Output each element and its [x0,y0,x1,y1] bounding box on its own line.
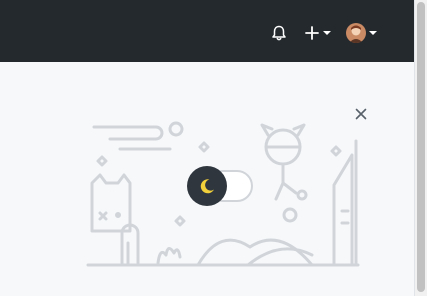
moon-icon [200,179,214,194]
user-menu-button[interactable] [346,20,384,46]
toggle-knob [187,166,227,206]
notifications-button[interactable] [270,20,294,46]
caret-down-icon [323,31,331,35]
avatar [346,23,366,43]
bell-icon [272,25,286,41]
create-new-button[interactable] [304,20,334,46]
vertical-scrollbar[interactable] [414,0,427,296]
plus-icon [305,26,319,40]
page [0,0,414,296]
theme-toggle[interactable] [187,166,255,206]
caret-down-icon [369,31,377,35]
scrollbar-thumb[interactable] [417,2,425,292]
top-header [0,0,414,62]
